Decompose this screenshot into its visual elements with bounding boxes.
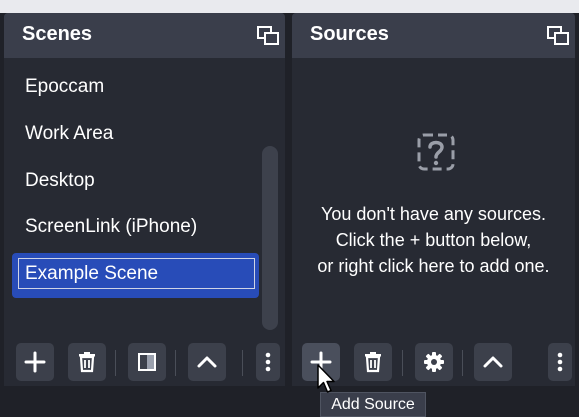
- move-source-up-button[interactable]: [474, 343, 512, 381]
- scene-list-scrollbar[interactable]: [262, 146, 278, 330]
- source-more-button[interactable]: [548, 343, 572, 381]
- more-vertical-icon: [265, 352, 271, 372]
- scenes-toolbar: [4, 333, 285, 386]
- empty-line-2: Click the + button below,: [335, 230, 532, 250]
- undock-icon[interactable]: [547, 26, 569, 46]
- toolbar-separator: [115, 350, 116, 376]
- add-icon: [24, 351, 46, 373]
- trash-icon: [79, 352, 95, 373]
- add-scene-button[interactable]: [16, 343, 54, 381]
- filter-icon: [138, 353, 156, 371]
- scene-filters-button[interactable]: [128, 343, 166, 381]
- toolbar-separator: [402, 350, 403, 376]
- top-strip: [0, 0, 579, 13]
- undock-icon[interactable]: [257, 26, 279, 46]
- sources-title: Sources: [310, 23, 389, 45]
- sources-dock: Sources You don't have any sources. Clic…: [292, 13, 575, 386]
- mouse-cursor-icon: [317, 364, 335, 393]
- toolbar-separator: [242, 350, 243, 376]
- move-scene-up-button[interactable]: [188, 343, 226, 381]
- toolbar-separator: [462, 350, 463, 376]
- obs-window: Scenes Epoccam Work Area Desktop ScreenL…: [0, 0, 579, 417]
- source-properties-button[interactable]: [415, 343, 453, 381]
- scene-rename-field[interactable]: Example Scene: [18, 258, 255, 289]
- sources-empty-area[interactable]: You don't have any sources. Click the + …: [292, 58, 575, 333]
- empty-line-1: You don't have any sources.: [321, 204, 546, 224]
- scene-more-button[interactable]: [256, 343, 280, 381]
- scene-item-epoccam[interactable]: Epoccam: [25, 76, 104, 98]
- remove-scene-button[interactable]: [68, 343, 106, 381]
- sources-empty-message: You don't have any sources. Click the + …: [292, 201, 575, 279]
- scenes-header: Scenes: [4, 13, 285, 58]
- chevron-up-icon: [483, 356, 503, 368]
- scene-item-screenlink[interactable]: ScreenLink (iPhone): [25, 216, 197, 238]
- scenes-dock: Scenes Epoccam Work Area Desktop ScreenL…: [4, 13, 285, 386]
- empty-line-3: or right click here to add one.: [317, 256, 550, 276]
- scenes-title: Scenes: [22, 23, 93, 45]
- gear-icon: [424, 352, 444, 372]
- remove-source-button[interactable]: [354, 343, 392, 381]
- trash-icon: [365, 352, 381, 373]
- sources-header: Sources: [292, 13, 575, 58]
- scene-item-desktop[interactable]: Desktop: [25, 170, 95, 192]
- toolbar-separator: [175, 350, 176, 376]
- more-vertical-icon: [557, 352, 563, 372]
- question-icon: [417, 133, 455, 171]
- scene-item-selected[interactable]: Example Scene: [12, 253, 259, 298]
- scene-item-work-area[interactable]: Work Area: [25, 123, 113, 145]
- chevron-up-icon: [197, 356, 217, 368]
